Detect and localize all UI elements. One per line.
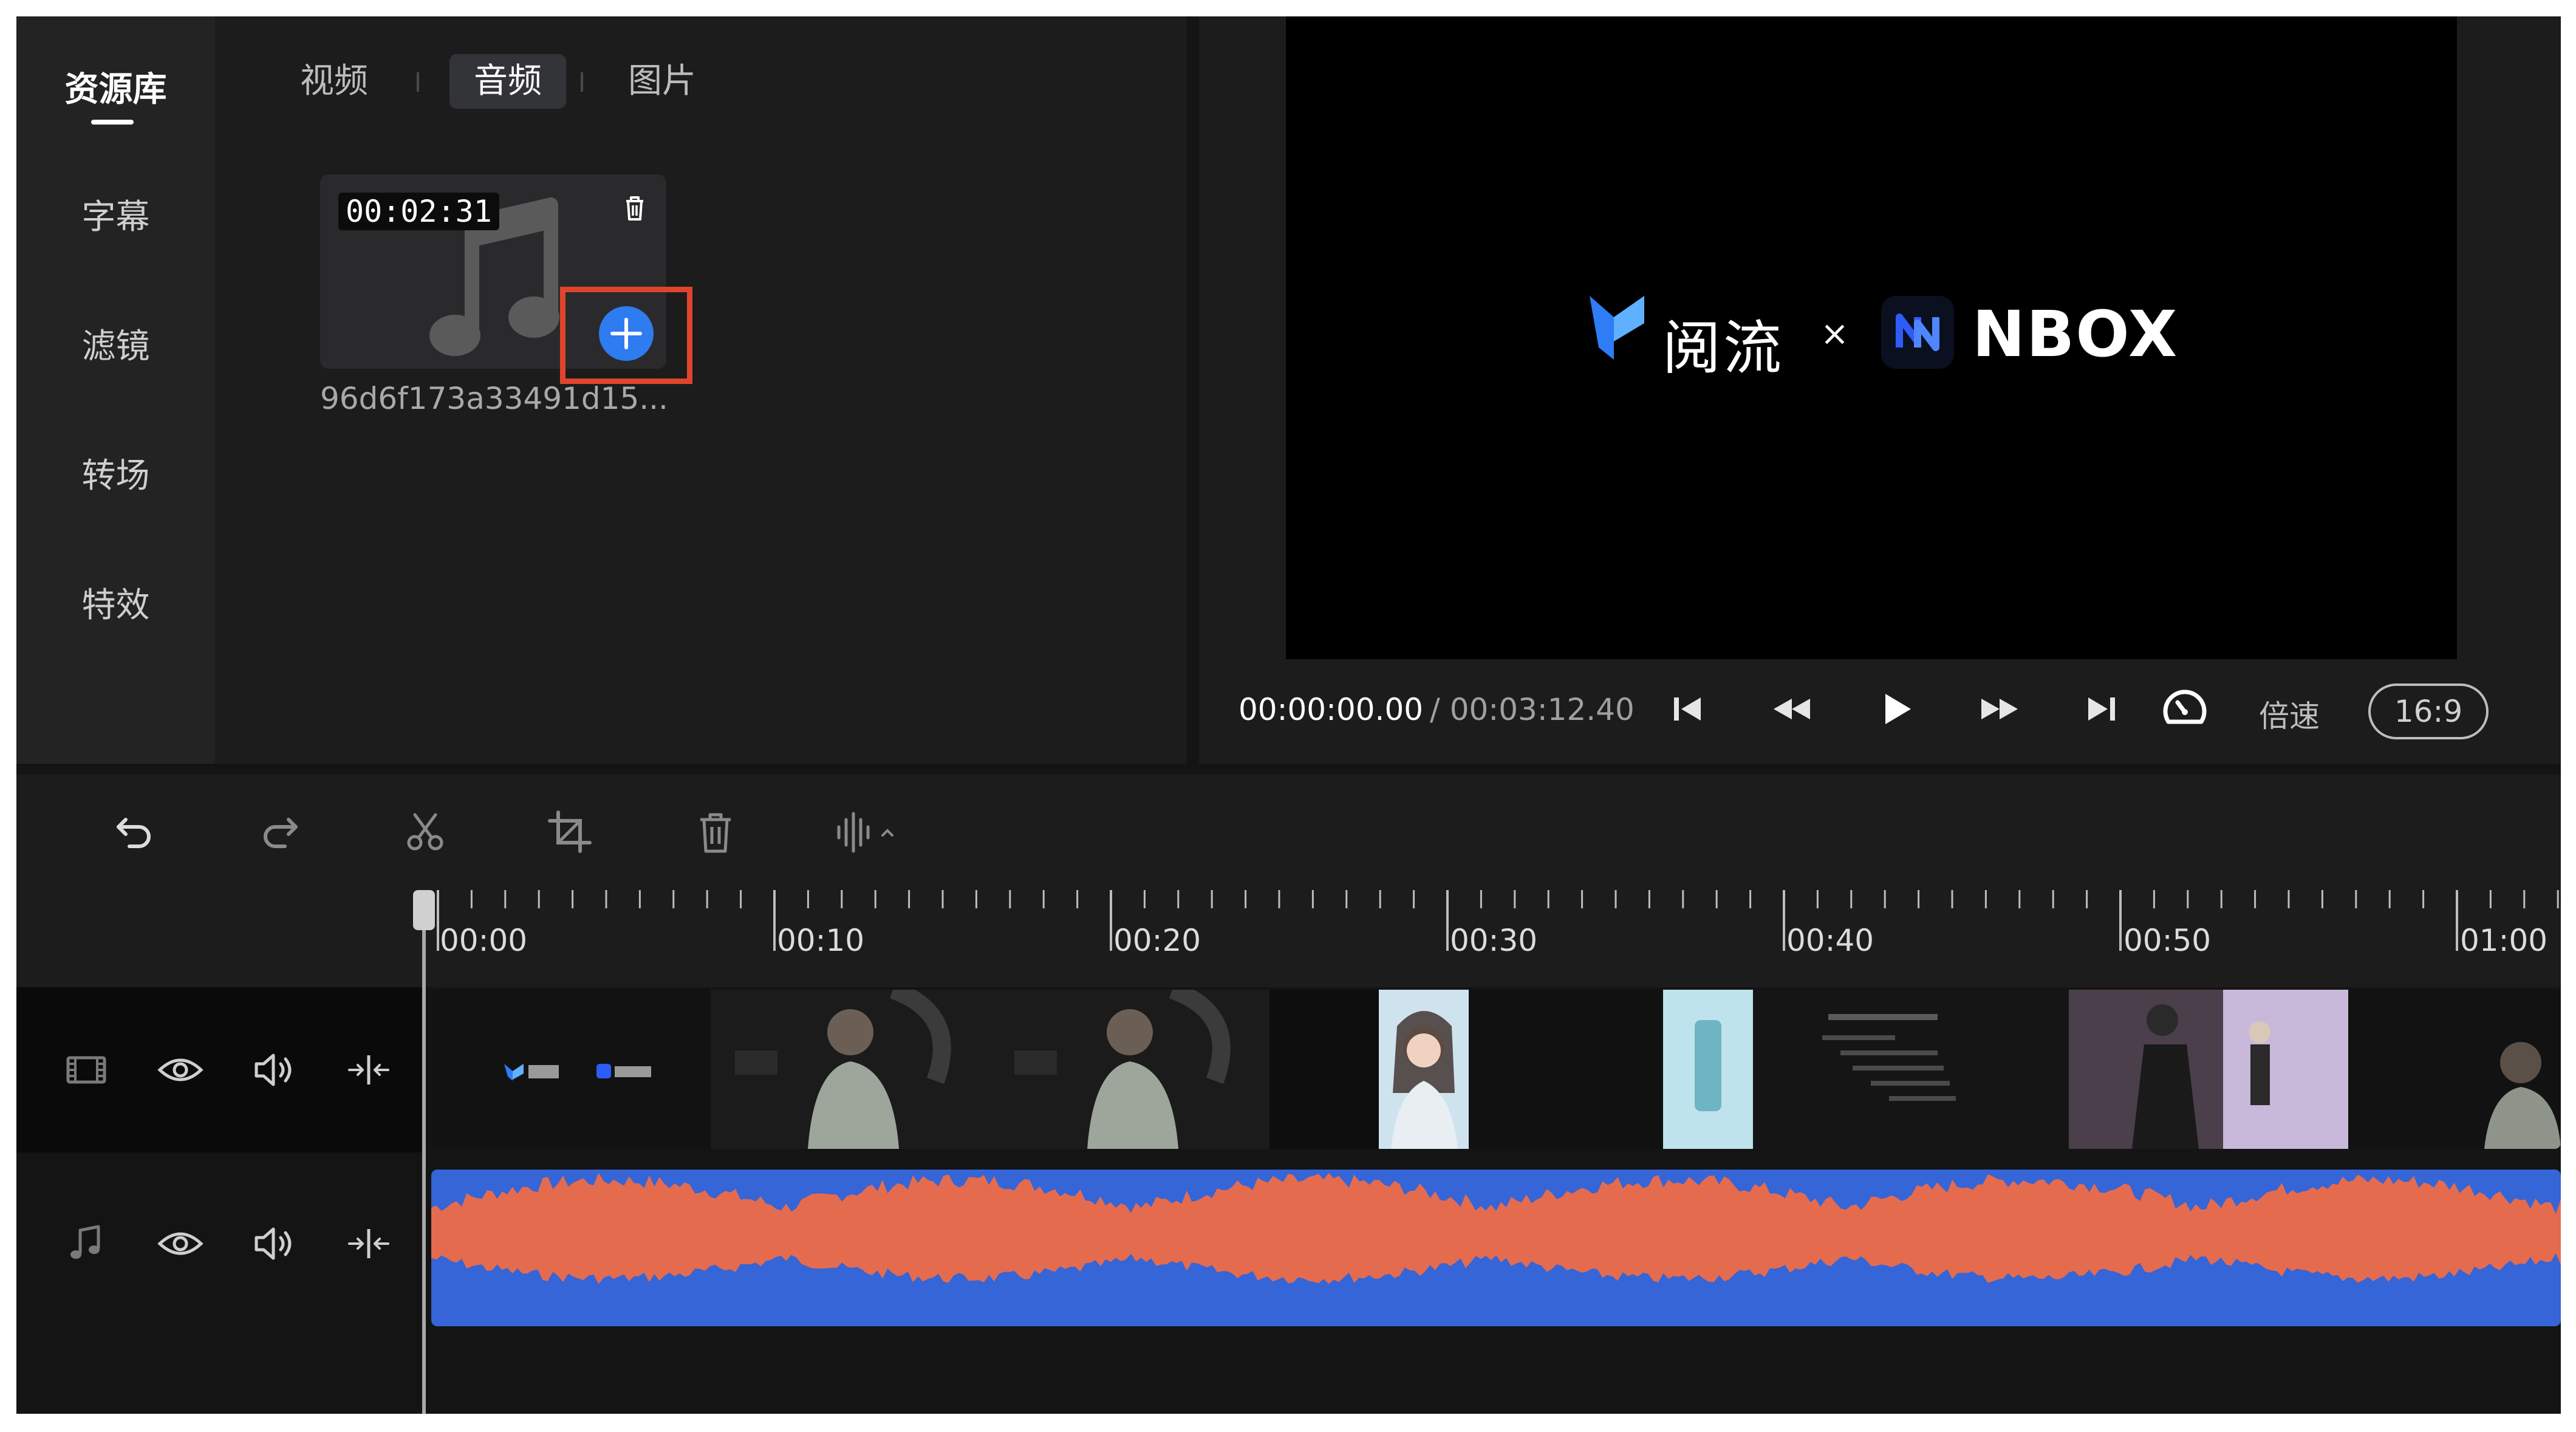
waveform-shape xyxy=(431,1173,2561,1284)
current-time: 00:00:00.00 xyxy=(1238,692,1424,727)
video-editor-app: 资源库 字幕 滤镜 转场 特效 视频 音频 图片 00:02:31 96d6f1… xyxy=(16,16,2561,1414)
nbox-logo-icon xyxy=(1881,296,1954,369)
volume-icon[interactable] xyxy=(250,1046,299,1094)
yueliu-logo-text: 阅流 xyxy=(1662,314,1784,382)
audio-waveform-icon[interactable] xyxy=(830,805,909,860)
split-track-icon[interactable] xyxy=(344,1219,393,1268)
yueliu-logo-icon xyxy=(1590,296,1644,360)
nbox-logo-text: NBOX xyxy=(1972,297,2179,371)
left-nav: 资源库 字幕 滤镜 转场 特效 xyxy=(16,16,215,764)
music-note-icon xyxy=(70,1225,100,1259)
film-icon xyxy=(66,1056,106,1084)
video-clip[interactable] xyxy=(431,990,2561,1149)
redo-icon[interactable] xyxy=(252,805,307,860)
playhead[interactable] xyxy=(422,891,426,1414)
total-time: / 00:03:12.40 xyxy=(1430,692,1635,727)
nav-active-indicator xyxy=(91,120,134,125)
tab-video[interactable]: 视频 xyxy=(276,54,392,109)
audio-duration-badge: 00:02:31 xyxy=(338,193,499,230)
audio-track-header xyxy=(16,1153,422,1335)
tab-separator xyxy=(581,72,583,92)
tick-label: 00:50 xyxy=(2123,923,2212,958)
tick-label: 00:10 xyxy=(777,923,865,958)
tick-label: 00:20 xyxy=(1113,923,1201,958)
skip-to-start-icon[interactable] xyxy=(1661,682,1715,736)
tab-separator xyxy=(417,72,419,92)
volume-icon[interactable] xyxy=(250,1219,299,1268)
tick-label: 00:40 xyxy=(1786,923,1874,958)
rewind-icon[interactable] xyxy=(1765,682,1820,736)
video-track-header xyxy=(16,987,422,1153)
timeline-toolbar xyxy=(16,775,2561,890)
play-icon[interactable] xyxy=(1868,682,1923,736)
preview-screen: 阅流 × NBOX xyxy=(1286,16,2457,659)
scissors-icon[interactable] xyxy=(398,805,453,860)
fast-forward-icon[interactable] xyxy=(1972,682,2026,736)
audio-waveform xyxy=(431,1173,2561,1284)
tick-label: 01:00 xyxy=(2460,923,2548,958)
eye-icon[interactable] xyxy=(156,1046,205,1094)
tab-audio[interactable]: 音频 xyxy=(449,54,566,109)
tab-image[interactable]: 图片 xyxy=(604,54,720,109)
nav-item-library[interactable]: 资源库 xyxy=(16,62,215,111)
playhead-handle[interactable] xyxy=(413,890,435,930)
delete-icon[interactable] xyxy=(688,805,743,860)
skip-to-end-icon[interactable] xyxy=(2074,682,2128,736)
speed-label[interactable]: 倍速 xyxy=(2259,692,2320,736)
tick-label: 00:30 xyxy=(1450,923,1538,958)
preview-panel: 阅流 × NBOX 00:00:00.00 / 00:03:12.40 倍速 1… xyxy=(1199,16,2561,764)
logo-separator: × xyxy=(1820,314,1849,354)
crop-icon[interactable] xyxy=(542,805,597,860)
audio-clip[interactable] xyxy=(431,1170,2561,1326)
tick-label: 00:00 xyxy=(440,923,528,958)
audio-item-name: 96d6f173a33491d15... xyxy=(320,381,668,416)
aspect-ratio-button[interactable]: 16:9 xyxy=(2368,683,2489,739)
eye-icon[interactable] xyxy=(156,1219,205,1268)
undo-icon[interactable] xyxy=(108,805,162,860)
media-library-panel: 视频 音频 图片 00:02:31 96d6f173a33491d15... xyxy=(215,16,1187,764)
trash-icon[interactable] xyxy=(617,190,653,227)
split-track-icon[interactable] xyxy=(344,1046,393,1094)
video-thumbnails xyxy=(431,990,2561,1149)
nav-item-subtitles[interactable]: 字幕 xyxy=(16,190,215,239)
nav-item-filters[interactable]: 滤镜 xyxy=(16,319,215,368)
add-to-timeline-button[interactable] xyxy=(598,305,655,362)
nav-item-transitions[interactable]: 转场 xyxy=(16,448,215,498)
nav-item-effects[interactable]: 特效 xyxy=(16,578,215,627)
speed-gauge-icon[interactable] xyxy=(2157,682,2212,736)
